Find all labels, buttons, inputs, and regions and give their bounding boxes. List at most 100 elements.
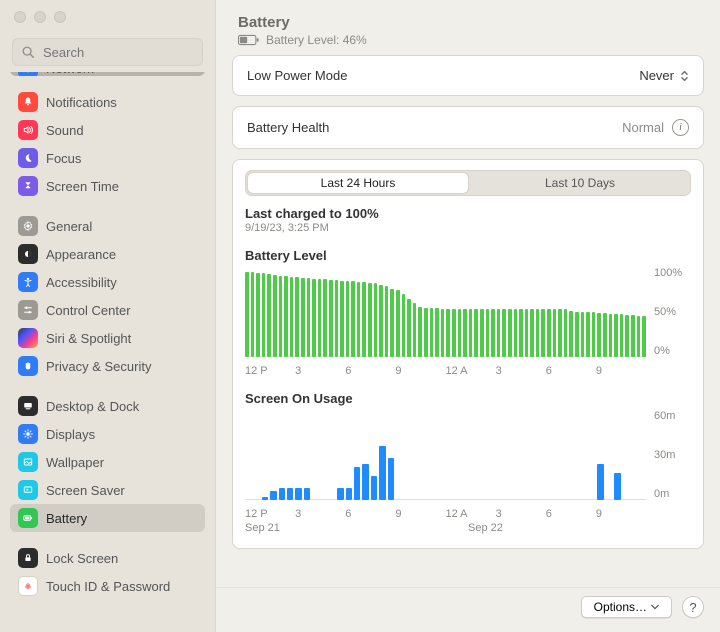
bell-icon <box>18 92 38 112</box>
sidebar-item-screen-saver[interactable]: Screen Saver <box>10 476 205 504</box>
sidebar-item-general[interactable]: General <box>10 212 205 240</box>
desktop-icon <box>18 396 38 416</box>
sidebar-item-label: Siri & Spotlight <box>46 331 131 346</box>
date-row: Sep 21 Sep 22 <box>245 522 691 534</box>
fingerprint-icon <box>18 576 38 596</box>
sidebar-item-touch-id[interactable]: Touch ID & Password <box>10 572 205 600</box>
screen-on-usage-chart: Screen On Usage 60m 30m 0m 12 P36912 A36… <box>245 391 691 534</box>
options-button[interactable]: Options… <box>581 596 672 618</box>
row-label: Low Power Mode <box>247 68 347 83</box>
row-low-power-mode: Low Power Mode Never <box>232 55 704 96</box>
sidebar-item-label: Battery <box>46 511 87 526</box>
main-panel: Battery Battery Level: 46% Low Power Mod… <box>216 0 720 632</box>
battery-level-chart: Battery Level 100% 50% 0% 12 P36912 A369 <box>245 248 691 377</box>
sidebar-item-appearance[interactable]: Appearance <box>10 240 205 268</box>
accessibility-icon <box>18 272 38 292</box>
sidebar-item-wallpaper[interactable]: Wallpaper <box>10 448 205 476</box>
siri-icon <box>18 328 38 348</box>
close-window-icon[interactable] <box>14 11 26 23</box>
minimize-window-icon[interactable] <box>34 11 46 23</box>
x-tick: 12 A <box>446 508 496 520</box>
sidebar-item-label: Desktop & Dock <box>46 399 139 414</box>
x-tick: 3 <box>295 508 345 520</box>
row-battery-health: Battery Health Normal i <box>232 106 704 149</box>
low-power-mode-select[interactable]: Never <box>639 68 689 83</box>
info-icon[interactable]: i <box>672 119 689 136</box>
sidebar-item-siri-spotlight[interactable]: Siri & Spotlight <box>10 324 205 352</box>
date-label: Sep 21 <box>245 522 468 534</box>
sidebar-item-control-center[interactable]: Control Center <box>10 296 205 324</box>
select-value: Never <box>639 68 674 83</box>
sidebar-item-battery[interactable]: Battery <box>10 504 205 532</box>
search-icon <box>21 45 35 59</box>
sidebar-item-sound[interactable]: Sound <box>10 116 205 144</box>
battery-icon <box>18 508 38 528</box>
battery-level-bars <box>245 267 646 357</box>
x-tick: 12 P <box>245 508 295 520</box>
x-tick: 9 <box>395 365 445 377</box>
gear-icon <box>18 216 38 236</box>
x-tick: 12 A <box>446 365 496 377</box>
sidebar-item-privacy-security[interactable]: Privacy & Security <box>10 352 205 380</box>
x-tick: 3 <box>295 365 345 377</box>
sidebar-item-screen-time[interactable]: Screen Time <box>10 172 205 200</box>
sidebar-item-displays[interactable]: Displays <box>10 420 205 448</box>
sidebar-nav: Network Notifications Sound Focus Screen… <box>0 72 215 632</box>
screen-on-plot <box>245 410 646 500</box>
appearance-icon <box>18 244 38 264</box>
health-value: Normal <box>622 120 664 135</box>
search-field[interactable] <box>12 38 203 66</box>
battery-level-icon <box>238 34 260 46</box>
lock-icon <box>18 548 38 568</box>
sidebar-item-desktop-dock[interactable]: Desktop & Dock <box>10 392 205 420</box>
moon-icon <box>18 148 38 168</box>
brightness-icon <box>18 424 38 444</box>
battery-level-text: Battery Level: 46% <box>266 33 367 47</box>
sidebar-item-label: Screen Saver <box>46 483 125 498</box>
battery-level-plot <box>245 267 646 357</box>
sidebar-item-label: Accessibility <box>46 275 117 290</box>
sidebar-item-accessibility[interactable]: Accessibility <box>10 268 205 296</box>
sidebar-item-label: Screen Time <box>46 179 119 194</box>
x-tick: 9 <box>596 365 646 377</box>
button-label: Options… <box>594 600 647 614</box>
window-controls <box>0 0 215 30</box>
chevron-up-down-icon <box>680 69 689 83</box>
speaker-icon <box>18 120 38 140</box>
sidebar-item-label: Privacy & Security <box>46 359 151 374</box>
sidebar-item-lock-screen[interactable]: Lock Screen <box>10 544 205 572</box>
wallpaper-icon <box>18 452 38 472</box>
sidebar-item-label: Network <box>46 72 94 76</box>
chart-title: Battery Level <box>245 248 691 263</box>
x-tick: 9 <box>596 508 646 520</box>
y-tick: 50% <box>654 306 676 318</box>
screensaver-icon <box>18 480 38 500</box>
screen-on-bars <box>245 410 646 500</box>
search-input[interactable] <box>41 44 216 61</box>
sidebar-item-label: Lock Screen <box>46 551 118 566</box>
row-label: Battery Health <box>247 120 329 135</box>
date-label: Sep 22 <box>468 522 691 534</box>
charts-card: Last 24 Hours Last 10 Days Last charged … <box>232 159 704 549</box>
help-button[interactable]: ? <box>682 596 704 618</box>
x-tick: 6 <box>546 365 596 377</box>
sidebar-item-label: Wallpaper <box>46 455 104 470</box>
bottom-bar: Options… ? <box>216 587 720 632</box>
sidebar-item-label: Focus <box>46 151 81 166</box>
x-axis: 12 P36912 A369 <box>245 365 691 377</box>
chart-title: Screen On Usage <box>245 391 691 406</box>
segment-last-10-days[interactable]: Last 10 Days <box>470 171 690 195</box>
y-tick: 100% <box>654 267 682 279</box>
sidebar-item-focus[interactable]: Focus <box>10 144 205 172</box>
sidebar-item-label: Control Center <box>46 303 131 318</box>
sidebar: Network Notifications Sound Focus Screen… <box>0 0 216 632</box>
segment-last-24-hours[interactable]: Last 24 Hours <box>247 172 469 194</box>
zoom-window-icon[interactable] <box>54 11 66 23</box>
sliders-icon <box>18 300 38 320</box>
last-charged-title: Last charged to 100% <box>245 206 691 221</box>
x-tick: 12 P <box>245 365 295 377</box>
y-tick: 30m <box>654 449 675 461</box>
y-tick: 0m <box>654 488 669 500</box>
sidebar-item-notifications[interactable]: Notifications <box>10 88 205 116</box>
sidebar-item-label: Touch ID & Password <box>46 579 170 594</box>
